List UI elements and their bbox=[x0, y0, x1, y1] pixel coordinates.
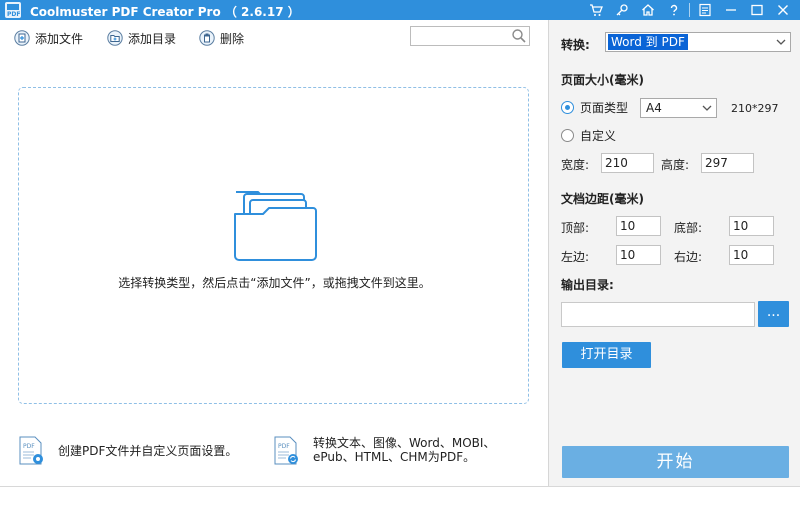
top-margin-label: 顶部: bbox=[561, 221, 590, 235]
start-button[interactable]: 开始 bbox=[562, 446, 789, 478]
page-type-radio[interactable] bbox=[561, 101, 574, 114]
app-title: Coolmuster PDF Creator Pro （ 2.6.17 ） bbox=[30, 5, 300, 19]
minimize-icon[interactable] bbox=[720, 1, 742, 19]
height-label: 高度: bbox=[661, 158, 690, 172]
title-divider bbox=[689, 3, 690, 17]
page-size-heading: 页面大小(毫米) bbox=[561, 73, 644, 87]
feature-create-pdf: PDF 创建PDF文件并自定义页面设置。 bbox=[18, 436, 237, 466]
browse-button[interactable]: ... bbox=[758, 301, 789, 327]
bottom-margin-input[interactable] bbox=[729, 216, 774, 236]
search-icon[interactable] bbox=[511, 28, 527, 44]
left-margin-input[interactable] bbox=[616, 245, 661, 265]
convert-type-value: Word 到 PDF bbox=[608, 34, 688, 50]
file-drop-zone[interactable]: 选择转换类型，然后点击“添加文件”，或拖拽文件到这里。 bbox=[18, 87, 529, 404]
close-icon[interactable] bbox=[772, 1, 794, 19]
add-folder-button[interactable]: 添加目录 bbox=[107, 28, 176, 48]
left-margin-label: 左边: bbox=[561, 250, 590, 264]
help-icon[interactable] bbox=[663, 1, 685, 19]
custom-size-radio[interactable] bbox=[561, 129, 574, 142]
add-folder-label: 添加目录 bbox=[128, 31, 177, 46]
chevron-down-icon bbox=[776, 39, 786, 45]
right-margin-label: 右边: bbox=[674, 250, 703, 264]
home-icon[interactable] bbox=[637, 1, 659, 19]
search-input[interactable] bbox=[411, 27, 507, 45]
open-dir-button[interactable]: 打开目录 bbox=[562, 342, 651, 368]
top-margin-input[interactable] bbox=[616, 216, 661, 236]
maximize-icon[interactable] bbox=[746, 1, 768, 19]
folder-icon bbox=[234, 191, 317, 261]
drop-hint: 选择转换类型，然后点击“添加文件”，或拖拽文件到这里。 bbox=[118, 276, 431, 290]
feature-create-pdf-text: 创建PDF文件并自定义页面设置。 bbox=[58, 444, 238, 458]
app-logo-icon: PDF bbox=[5, 2, 21, 18]
feedback-icon[interactable] bbox=[694, 1, 716, 19]
title-bar: PDF Coolmuster PDF Creator Pro （ 2.6.17 … bbox=[0, 0, 800, 20]
status-divider bbox=[0, 486, 800, 487]
delete-button[interactable]: 删除 bbox=[199, 28, 244, 48]
add-file-icon bbox=[14, 30, 30, 46]
key-icon[interactable] bbox=[611, 1, 633, 19]
delete-label: 删除 bbox=[220, 31, 245, 46]
custom-size-label: 自定义 bbox=[580, 129, 617, 143]
svg-text:PDF: PDF bbox=[23, 443, 35, 450]
convert-label: 转换: bbox=[561, 38, 590, 52]
pdf-settings-icon: PDF bbox=[19, 436, 43, 465]
feature-convert-line2: ePub、HTML、CHM为PDF。 bbox=[313, 450, 476, 464]
cart-icon[interactable] bbox=[585, 1, 607, 19]
width-label: 宽度: bbox=[561, 158, 590, 172]
width-input[interactable] bbox=[601, 153, 654, 173]
add-file-button[interactable]: 添加文件 bbox=[14, 28, 83, 48]
page-type-select[interactable]: A4 bbox=[640, 98, 717, 118]
output-dir-field[interactable] bbox=[561, 302, 755, 327]
add-file-label: 添加文件 bbox=[35, 31, 84, 46]
page-type-value: A4 bbox=[646, 101, 662, 115]
height-input[interactable] bbox=[701, 153, 754, 173]
page-type-dimensions: 210*297 bbox=[731, 102, 779, 115]
feature-convert-line1: 转换文本、图像、Word、MOBI、 bbox=[313, 436, 496, 450]
page-type-label: 页面类型 bbox=[580, 101, 629, 115]
pdf-convert-icon: PDF bbox=[274, 436, 298, 465]
search-box bbox=[410, 26, 530, 46]
svg-text:PDF: PDF bbox=[278, 443, 290, 450]
margins-heading: 文档边距(毫米) bbox=[561, 192, 644, 206]
convert-type-select[interactable]: Word 到 PDF bbox=[605, 32, 791, 52]
chevron-down-icon bbox=[702, 105, 712, 111]
output-dir-heading: 输出目录: bbox=[561, 278, 614, 292]
settings-panel: 转换: Word 到 PDF 页面大小(毫米) 页面类型 A4 210*297 … bbox=[548, 20, 800, 486]
add-folder-icon bbox=[107, 30, 123, 46]
delete-icon bbox=[199, 30, 215, 46]
bottom-margin-label: 底部: bbox=[674, 221, 703, 235]
feature-convert: PDF 转换文本、图像、Word、MOBI、 ePub、HTML、CHM为PDF… bbox=[273, 436, 495, 466]
right-margin-input[interactable] bbox=[729, 245, 774, 265]
